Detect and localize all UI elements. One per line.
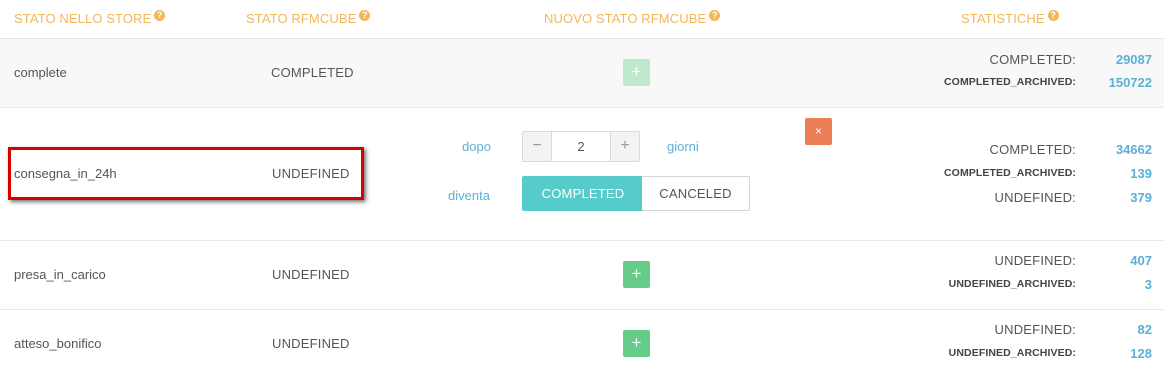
stat-value: 407 bbox=[1130, 253, 1152, 268]
days-stepper[interactable]: − 2 + bbox=[522, 131, 640, 162]
store-state: atteso_bonifico bbox=[14, 336, 102, 351]
stat-value: 128 bbox=[1130, 346, 1152, 361]
becomes-label: diventa bbox=[448, 188, 490, 203]
rfm-state: COMPLETED bbox=[271, 65, 354, 80]
stat-value: 3 bbox=[1144, 277, 1152, 292]
option-completed-button[interactable]: COMPLETED bbox=[522, 176, 644, 211]
highlight-box bbox=[8, 147, 364, 200]
decrement-button[interactable]: − bbox=[523, 132, 552, 161]
table-row: presa_in_carico UNDEFINED + UNDEFINED: 4… bbox=[0, 241, 1164, 310]
stat-label: COMPLETED: bbox=[989, 142, 1076, 157]
stat-label: UNDEFINED_ARCHIVED: bbox=[948, 278, 1076, 290]
add-rule-button[interactable]: + bbox=[623, 59, 650, 86]
stat-label: UNDEFINED: bbox=[994, 190, 1076, 205]
stat-label: COMPLETED: bbox=[989, 52, 1076, 67]
option-canceled-button[interactable]: CANCELED bbox=[642, 176, 750, 211]
stat-value: 29087 bbox=[1115, 52, 1152, 67]
rfm-state: UNDEFINED bbox=[272, 336, 350, 351]
col-header-store: STATO NELLO STORE? bbox=[14, 10, 166, 26]
help-icon[interactable]: ? bbox=[154, 10, 166, 21]
stat-label: COMPLETED_ARCHIVED: bbox=[944, 167, 1076, 179]
stat-value: 82 bbox=[1137, 322, 1152, 337]
col-header-stats: STATISTICHE? bbox=[961, 10, 1059, 26]
days-input[interactable]: 2 bbox=[552, 132, 610, 161]
stat-label: UNDEFINED_ARCHIVED: bbox=[948, 347, 1076, 359]
stat-value: 139 bbox=[1130, 166, 1152, 181]
col-header-rfm: STATO RFMCUBE? bbox=[246, 10, 371, 26]
stat-label: COMPLETED_ARCHIVED: bbox=[944, 76, 1076, 88]
stat-value: 379 bbox=[1130, 190, 1152, 205]
help-icon[interactable]: ? bbox=[359, 10, 371, 21]
after-label: dopo bbox=[462, 139, 491, 154]
add-rule-button[interactable]: + bbox=[623, 261, 650, 288]
stat-value: 150722 bbox=[1108, 75, 1152, 90]
rfm-state: UNDEFINED bbox=[272, 267, 350, 282]
stat-label: UNDEFINED: bbox=[994, 322, 1076, 337]
help-icon[interactable]: ? bbox=[709, 10, 721, 21]
days-label: giorni bbox=[667, 139, 699, 154]
table-header: STATO NELLO STORE? STATO RFMCUBE? NUOVO … bbox=[0, 0, 1164, 39]
remove-rule-button[interactable]: × bbox=[805, 118, 832, 145]
help-icon[interactable]: ? bbox=[1047, 10, 1059, 21]
stat-value: 34662 bbox=[1115, 142, 1152, 157]
add-rule-button[interactable]: + bbox=[623, 330, 650, 357]
increment-button[interactable]: + bbox=[610, 132, 639, 161]
store-state: presa_in_carico bbox=[14, 267, 106, 282]
stat-label: UNDEFINED: bbox=[994, 253, 1076, 268]
store-state: complete bbox=[14, 65, 67, 80]
table-row: complete COMPLETED + COMPLETED: 29087 CO… bbox=[0, 39, 1164, 108]
col-header-new-state: NUOVO STATO RFMCUBE? bbox=[544, 10, 721, 26]
table-row: atteso_bonifico UNDEFINED + UNDEFINED: 8… bbox=[0, 310, 1164, 378]
